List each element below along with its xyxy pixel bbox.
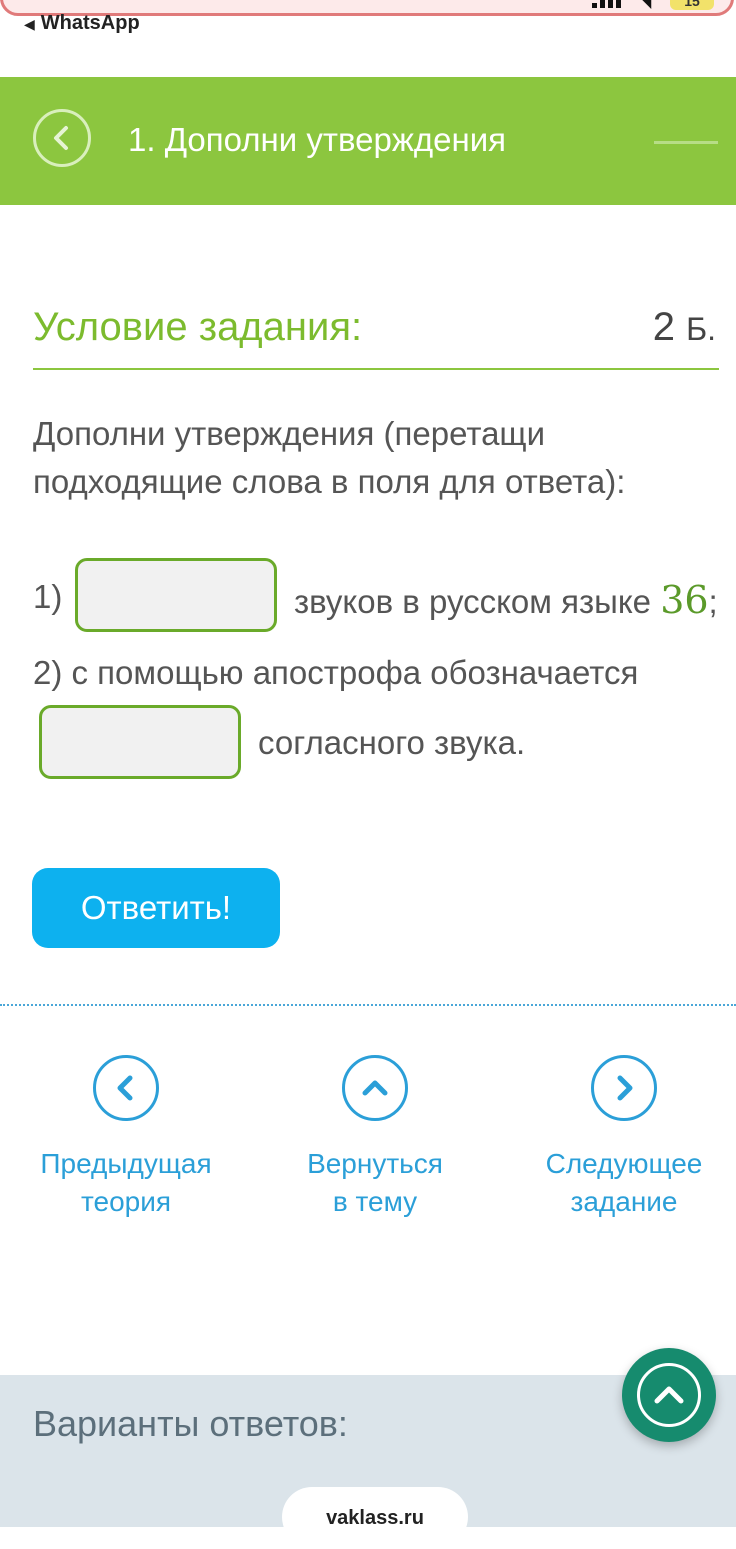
wifi-icon: ◥ xyxy=(639,0,652,11)
header-menu-dash[interactable] xyxy=(654,141,718,144)
points-unit: Б. xyxy=(686,311,716,347)
item1-sentence: звуков в русском языке 36; xyxy=(294,578,718,622)
up-circle xyxy=(342,1055,408,1121)
signal-icon xyxy=(592,0,621,8)
points-value: 2 xyxy=(652,305,675,349)
points-badge: 2 Б. xyxy=(653,305,716,350)
item2-suffix: согласного звука. xyxy=(258,724,526,761)
answer-drop-field-1[interactable] xyxy=(75,558,277,632)
back-label-line2: в тему xyxy=(332,1186,418,1217)
chevron-left-icon xyxy=(117,1075,133,1101)
condition-title: Условие задания: xyxy=(33,305,363,349)
back-app-label: WhatsApp xyxy=(40,12,140,34)
scroll-top-ring xyxy=(637,1363,701,1427)
back-to-topic-link[interactable]: Вернуться в тему xyxy=(265,1055,485,1221)
back-label-line1: Вернуться xyxy=(307,1148,443,1179)
prev-theory-link[interactable]: Предыдущая теория xyxy=(16,1055,236,1221)
status-bar: ◀ WhatsApp ◥ 15 xyxy=(0,0,736,40)
page-title: 1. Дополни утверждения xyxy=(128,121,507,158)
variants-title: Варианты ответов: xyxy=(33,1403,348,1444)
answer-drop-field-2[interactable] xyxy=(39,705,241,779)
chevron-right-icon xyxy=(617,1075,633,1101)
next-task-label: Следующее задание xyxy=(514,1145,734,1221)
back-triangle-icon: ◀ xyxy=(24,16,35,32)
task-instruction: Дополни утверждения (перетащи подходящие… xyxy=(33,415,626,500)
next-label-line2: задание xyxy=(570,1186,678,1217)
next-circle xyxy=(591,1055,657,1121)
page-header: 1. Дополни утверждения xyxy=(0,77,736,205)
chevron-up-icon xyxy=(362,1080,388,1096)
item2-text: 2) с помощью апострофа обозначается xyxy=(33,654,639,691)
battery-level: 15 xyxy=(684,0,700,9)
back-to-app-link[interactable]: ◀ WhatsApp xyxy=(24,12,140,35)
item1-text: звуков в русском языке xyxy=(294,583,652,620)
item1-end: ; xyxy=(708,583,718,620)
answer-button[interactable]: Ответить! xyxy=(32,868,280,948)
prev-label-line1: Предыдущая xyxy=(40,1148,212,1179)
chevron-up-icon xyxy=(654,1386,684,1404)
next-label-line1: Следующее xyxy=(545,1148,703,1179)
header-back-button[interactable] xyxy=(33,109,91,167)
prev-label-line2: теория xyxy=(80,1186,172,1217)
battery-icon: 15 xyxy=(670,0,714,10)
item1-number: 36 xyxy=(660,578,709,622)
back-to-topic-label: Вернуться в тему xyxy=(265,1145,485,1221)
prev-circle xyxy=(93,1055,159,1121)
next-task-link[interactable]: Следующее задание xyxy=(514,1055,734,1221)
scroll-to-top-button[interactable] xyxy=(622,1348,716,1442)
condition-divider xyxy=(33,368,719,370)
browser-url-bar[interactable]: vaklass.ru xyxy=(282,1487,468,1547)
section-divider xyxy=(0,1004,736,1006)
prev-theory-label: Предыдущая теория xyxy=(16,1145,236,1221)
item1-prefix: 1) xyxy=(33,578,63,615)
chevron-left-icon xyxy=(54,126,68,150)
